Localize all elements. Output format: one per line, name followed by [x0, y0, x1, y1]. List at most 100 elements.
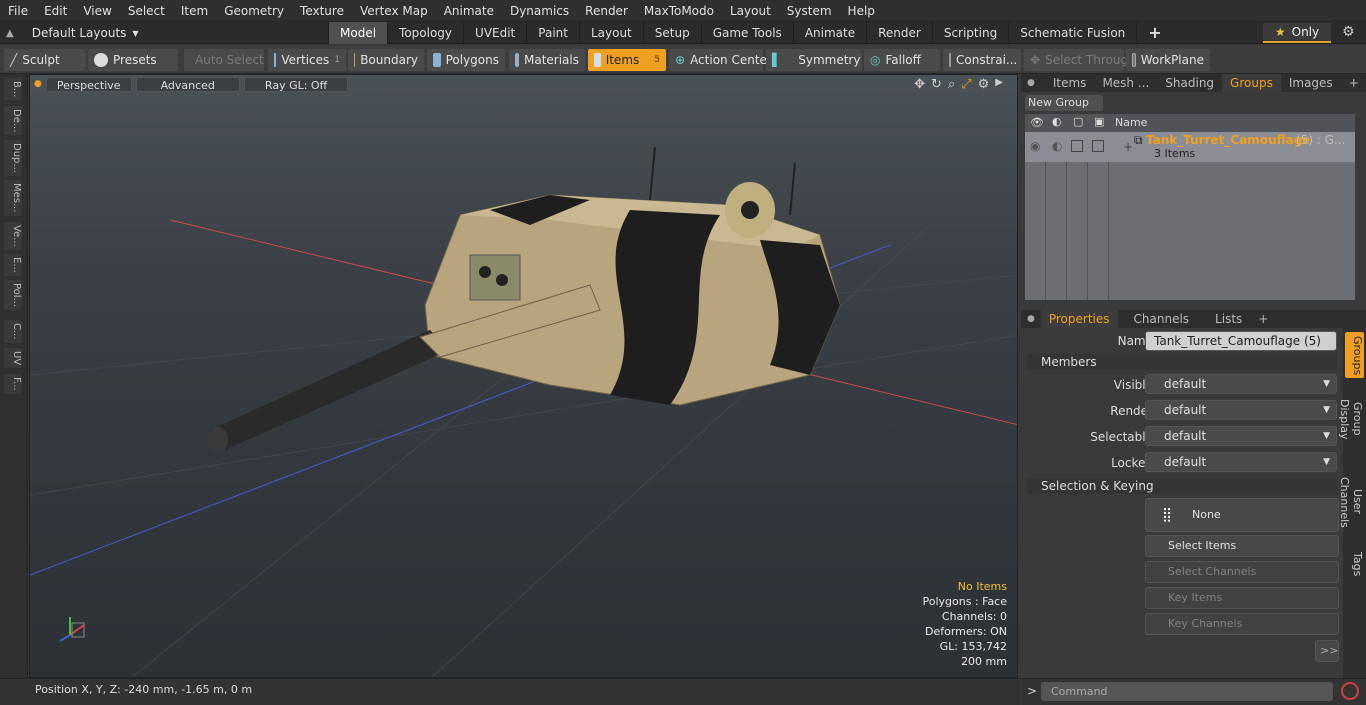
- select-channels-button[interactable]: Select Channels: [1145, 561, 1339, 583]
- vtab-group-display[interactable]: Group Display: [1338, 382, 1364, 456]
- group-row[interactable]: ◉ ◐ + ⧉ Tank_Turret_Camouflage (5) : G..…: [1025, 132, 1355, 162]
- viewport-expand-icon[interactable]: ▶: [995, 77, 1003, 92]
- left-tab-mesh[interactable]: Mes...: [4, 180, 22, 216]
- menu-dynamics[interactable]: Dynamics: [502, 0, 577, 22]
- add-props-tab-button[interactable]: +: [1250, 310, 1276, 328]
- left-tab-duplicate[interactable]: Dup...: [4, 140, 22, 176]
- vtab-tags[interactable]: Tags: [1345, 548, 1364, 580]
- menu-select[interactable]: Select: [120, 0, 173, 22]
- locked-select[interactable]: default ▼: [1145, 452, 1337, 472]
- row-lock-checkbox[interactable]: [1071, 140, 1083, 152]
- move-view-icon[interactable]: ✥: [914, 77, 925, 92]
- menu-texture[interactable]: Texture: [292, 0, 352, 22]
- left-tab-fusion[interactable]: F...: [4, 374, 22, 394]
- select-items-button[interactable]: Select Items: [1145, 535, 1339, 557]
- tab-items[interactable]: Items: [1041, 74, 1095, 92]
- rotate-view-icon[interactable]: ↻: [931, 77, 942, 92]
- only-button[interactable]: ★ Only: [1263, 23, 1331, 43]
- selectable-select[interactable]: default ▼: [1145, 426, 1337, 446]
- left-tab-curve[interactable]: C...: [4, 320, 22, 343]
- menu-render[interactable]: Render: [577, 0, 636, 22]
- row-render-icon[interactable]: ◐: [1052, 139, 1062, 153]
- tab-animate[interactable]: Animate: [792, 22, 866, 44]
- falloff-button[interactable]: ◎ Falloff: [864, 49, 940, 71]
- record-icon[interactable]: [1341, 682, 1359, 700]
- menu-animate[interactable]: Animate: [436, 0, 502, 22]
- menu-item[interactable]: Item: [173, 0, 216, 22]
- workplane-button[interactable]: WorkPlane: [1126, 49, 1210, 71]
- key-items-button[interactable]: Key Items: [1145, 587, 1339, 609]
- command-input[interactable]: Command: [1041, 682, 1333, 701]
- left-tab-vertex[interactable]: Ve...: [4, 222, 22, 250]
- presets-button[interactable]: Presets: [88, 49, 178, 71]
- selection-keying-section[interactable]: Selection & Keying: [1027, 478, 1337, 494]
- boundary-button[interactable]: Boundary: [348, 49, 424, 71]
- tab-layout[interactable]: Layout: [578, 22, 643, 44]
- perspective-button[interactable]: Perspective: [45, 76, 132, 92]
- add-panel-tab-button[interactable]: +: [1341, 74, 1366, 92]
- left-tab-uv[interactable]: UV: [4, 348, 22, 369]
- auto-select-button[interactable]: Auto Select: [184, 49, 264, 71]
- advanced-button[interactable]: Advanced: [135, 76, 240, 92]
- menu-layout[interactable]: Layout: [722, 0, 779, 22]
- render-select[interactable]: default ▼: [1145, 400, 1337, 420]
- menu-maxtomodo[interactable]: MaxToModo: [636, 0, 722, 22]
- menu-help[interactable]: Help: [840, 0, 883, 22]
- tab-images[interactable]: Images: [1281, 74, 1341, 92]
- tab-paint[interactable]: Paint: [526, 22, 579, 44]
- left-tab-polygon[interactable]: Pol...: [4, 280, 22, 311]
- tab-schematic-fusion[interactable]: Schematic Fusion: [1008, 22, 1136, 44]
- row-visibility-icon[interactable]: ◉: [1030, 139, 1040, 153]
- tab-uvedit[interactable]: UVEdit: [463, 22, 526, 44]
- menu-vertex-map[interactable]: Vertex Map: [352, 0, 436, 22]
- constraints-button[interactable]: Constrai...: [943, 49, 1021, 71]
- tab-groups[interactable]: Groups: [1222, 74, 1281, 92]
- select-through-button[interactable]: ✥ Select Through: [1024, 49, 1136, 71]
- menu-system[interactable]: System: [779, 0, 840, 22]
- none-button[interactable]: ⣿ None: [1145, 498, 1339, 532]
- tab-render[interactable]: Render: [866, 22, 932, 44]
- polygons-button[interactable]: Polygons: [427, 49, 505, 71]
- menu-edit[interactable]: Edit: [36, 0, 75, 22]
- tab-game-tools[interactable]: Game Tools: [700, 22, 793, 44]
- tab-scripting[interactable]: Scripting: [931, 22, 1008, 44]
- left-tab-edge[interactable]: E...: [4, 254, 22, 276]
- tab-properties[interactable]: Properties: [1040, 310, 1118, 328]
- viewport-gear-icon[interactable]: ⚙: [978, 77, 990, 92]
- members-section[interactable]: Members: [1027, 354, 1337, 370]
- tab-lists[interactable]: Lists: [1197, 310, 1250, 328]
- gear-icon[interactable]: ⚙: [1342, 24, 1355, 40]
- symmetry-button[interactable]: ▌ Symmetry: [766, 49, 862, 71]
- tab-mesh[interactable]: Mesh ...: [1094, 74, 1157, 92]
- materials-button[interactable]: Materials: [509, 49, 585, 71]
- 3d-viewport[interactable]: ● Perspective Advanced Ray GL: Off ✥ ↻ ⌕…: [29, 74, 1018, 678]
- sculpt-button[interactable]: ╱ Sculpt: [4, 49, 86, 71]
- name-field[interactable]: Tank_Turret_Camouflage (5): [1145, 331, 1337, 351]
- tab-topology[interactable]: Topology: [387, 22, 463, 44]
- raygl-button[interactable]: Ray GL: Off: [243, 76, 349, 92]
- add-tab-button[interactable]: +: [1136, 22, 1172, 44]
- action-center-button[interactable]: ⊕ Action Center: [669, 49, 772, 71]
- items-button[interactable]: Items 5: [588, 49, 666, 71]
- left-tab-basic[interactable]: B...: [4, 78, 22, 101]
- menu-geometry[interactable]: Geometry: [216, 0, 292, 22]
- vtab-user-channels[interactable]: User Channels: [1338, 462, 1364, 542]
- menu-file[interactable]: File: [0, 0, 36, 22]
- expand-plus-icon[interactable]: +: [1123, 140, 1133, 154]
- layout-dropdown[interactable]: ▲ Default Layouts ▼: [6, 22, 139, 44]
- tab-model[interactable]: Model: [328, 22, 388, 44]
- tab-channels[interactable]: Channels: [1118, 310, 1198, 328]
- row-select-checkbox[interactable]: [1092, 140, 1104, 152]
- vertices-button[interactable]: Vertices 1: [268, 49, 346, 71]
- zoom-view-icon[interactable]: ⌕: [948, 77, 955, 92]
- visible-select[interactable]: default ▼: [1145, 374, 1337, 394]
- tab-shading[interactable]: Shading: [1157, 74, 1222, 92]
- tab-setup[interactable]: Setup: [642, 22, 701, 44]
- menu-view[interactable]: View: [75, 0, 119, 22]
- left-tab-deform[interactable]: De...: [4, 106, 22, 136]
- key-channels-button[interactable]: Key Channels: [1145, 613, 1339, 635]
- new-group-button[interactable]: New Group: [1025, 95, 1103, 111]
- fit-view-icon[interactable]: ⤢: [961, 77, 971, 92]
- more-button[interactable]: >>: [1315, 640, 1339, 662]
- vtab-groups[interactable]: Groups: [1345, 332, 1364, 378]
